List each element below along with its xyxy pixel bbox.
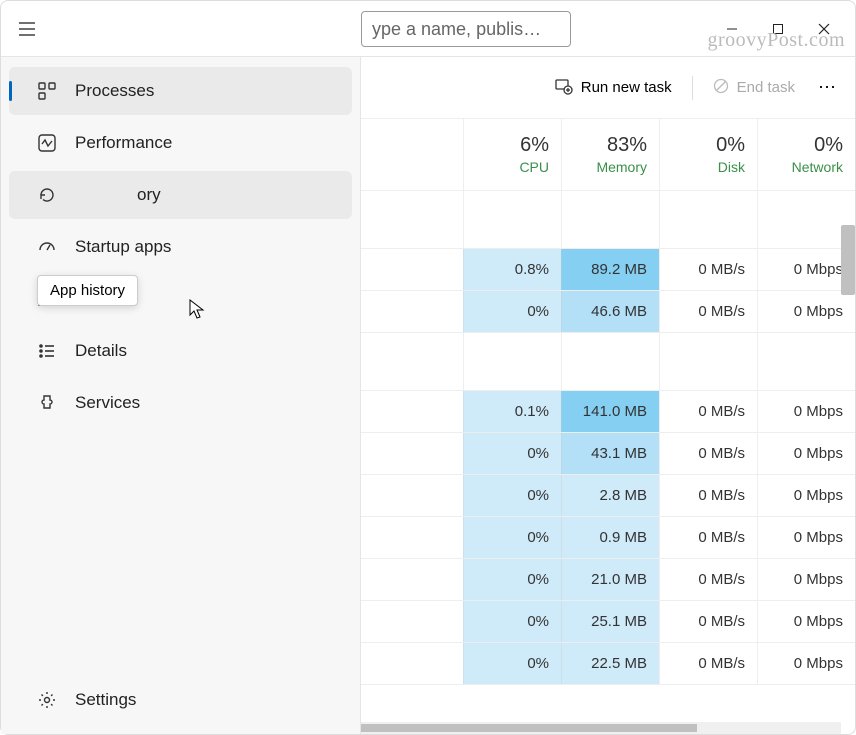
- sidebar-item-label: ory: [137, 185, 161, 205]
- ban-icon: [713, 78, 729, 98]
- cell: 0 MB/s: [659, 517, 757, 558]
- cell: 0 Mbps: [757, 433, 855, 474]
- cell: 0 Mbps: [757, 391, 855, 432]
- cell: 0 MB/s: [659, 391, 757, 432]
- cell: 0%: [463, 643, 561, 684]
- table-row[interactable]: 0%21.0 MB0 MB/s0 Mbps: [361, 559, 855, 601]
- header-pct: 0%: [814, 134, 843, 157]
- cell: 21.0 MB: [561, 559, 659, 600]
- cell: 0 Mbps: [757, 601, 855, 642]
- process-rows: 0.8%89.2 MB0 MB/s0 Mbps0%46.6 MB0 MB/s0 …: [361, 191, 855, 734]
- end-task-label: End task: [737, 79, 795, 96]
- sidebar-item-label: Startup apps: [75, 237, 171, 257]
- table-row[interactable]: 0%25.1 MB0 MB/s0 Mbps: [361, 601, 855, 643]
- cell: 43.1 MB: [561, 433, 659, 474]
- cell: 141.0 MB: [561, 391, 659, 432]
- puzzle-icon: [37, 393, 57, 413]
- sidebar-item-settings[interactable]: Settings: [9, 676, 352, 724]
- grid-icon: [37, 81, 57, 101]
- sidebar-item-services[interactable]: Services: [9, 379, 352, 427]
- history-icon: [37, 185, 57, 205]
- table-row[interactable]: 0.1%141.0 MB0 MB/s0 Mbps: [361, 391, 855, 433]
- sidebar-item-label: Services: [75, 393, 140, 413]
- cell: 0 Mbps: [757, 291, 855, 332]
- horizontal-scrollbar-thumb[interactable]: [361, 724, 697, 732]
- sidebar-item-processes[interactable]: Processes: [9, 67, 352, 115]
- activity-icon: [37, 133, 57, 153]
- end-task-button: End task: [703, 72, 805, 104]
- cell: 0.9 MB: [561, 517, 659, 558]
- cell: 0 MB/s: [659, 291, 757, 332]
- header-label: Disk: [718, 159, 745, 175]
- close-button[interactable]: [801, 13, 847, 45]
- sidebar-item-performance[interactable]: Performance: [9, 119, 352, 167]
- search-placeholder: ype a name, publis…: [372, 19, 541, 40]
- cell: 0 MB/s: [659, 643, 757, 684]
- header-label: Memory: [596, 159, 647, 175]
- table-row[interactable]: 0.8%89.2 MB0 MB/s0 Mbps: [361, 249, 855, 291]
- table-row[interactable]: 0%22.5 MB0 MB/s0 Mbps: [361, 643, 855, 685]
- table-row[interactable]: 0%43.1 MB0 MB/s0 Mbps: [361, 433, 855, 475]
- column-header-cpu[interactable]: 6% CPU: [463, 119, 561, 190]
- gear-icon: [37, 690, 57, 710]
- cell: 0.1%: [463, 391, 561, 432]
- cell: 89.2 MB: [561, 249, 659, 290]
- column-header-memory[interactable]: 83% Memory: [561, 119, 659, 190]
- cell: 0%: [463, 601, 561, 642]
- gauge-icon: [37, 237, 57, 257]
- toolbar-separator: [692, 76, 693, 100]
- hamburger-menu[interactable]: [9, 11, 45, 47]
- cell: 0%: [463, 517, 561, 558]
- list-icon: [37, 341, 57, 361]
- cell: 0.8%: [463, 249, 561, 290]
- run-task-icon: [555, 77, 573, 99]
- header-pct: 6%: [520, 134, 549, 157]
- maximize-button[interactable]: [755, 13, 801, 45]
- cell: 22.5 MB: [561, 643, 659, 684]
- header-label: Network: [792, 159, 843, 175]
- header-pct: 0%: [716, 134, 745, 157]
- sidebar-item-label: Performance: [75, 133, 172, 153]
- cell: 46.6 MB: [561, 291, 659, 332]
- cell: 0 Mbps: [757, 559, 855, 600]
- table-row[interactable]: 0%2.8 MB0 MB/s0 Mbps: [361, 475, 855, 517]
- cell: 0%: [463, 433, 561, 474]
- table-row[interactable]: [361, 191, 855, 249]
- cell: 0%: [463, 475, 561, 516]
- minimize-button[interactable]: [709, 13, 755, 45]
- table-row[interactable]: [361, 333, 855, 391]
- table-row[interactable]: 0%46.6 MB0 MB/s0 Mbps: [361, 291, 855, 333]
- cell: 0%: [463, 291, 561, 332]
- cell: 0 MB/s: [659, 433, 757, 474]
- column-header-disk[interactable]: 0% Disk: [659, 119, 757, 190]
- sidebar-item-label: Settings: [75, 690, 136, 710]
- header-label: CPU: [519, 159, 549, 175]
- cell: 0 MB/s: [659, 559, 757, 600]
- cell: 0 Mbps: [757, 517, 855, 558]
- search-input[interactable]: ype a name, publis…: [361, 11, 571, 47]
- header-pct: 83%: [607, 134, 647, 157]
- run-new-task-label: Run new task: [581, 79, 672, 96]
- cell: 0 Mbps: [757, 475, 855, 516]
- sidebar-item-details[interactable]: Details: [9, 327, 352, 375]
- vertical-scrollbar[interactable]: [841, 225, 855, 295]
- run-new-task-button[interactable]: Run new task: [545, 71, 682, 105]
- sidebar-item-app-history[interactable]: ory: [9, 171, 352, 219]
- more-options-button[interactable]: ⋯: [811, 72, 843, 104]
- tooltip-app-history: App history: [37, 275, 138, 306]
- column-headers: 6% CPU 83% Memory 0% Disk 0% Network: [361, 119, 855, 191]
- cell: 2.8 MB: [561, 475, 659, 516]
- cell: 25.1 MB: [561, 601, 659, 642]
- sidebar-item-label: Processes: [75, 81, 154, 101]
- sidebar-item-startup-apps[interactable]: Startup apps: [9, 223, 352, 271]
- cell: 0%: [463, 559, 561, 600]
- cell: 0 MB/s: [659, 601, 757, 642]
- table-row[interactable]: 0%0.9 MB0 MB/s0 Mbps: [361, 517, 855, 559]
- column-header-network[interactable]: 0% Network: [757, 119, 855, 190]
- cell: 0 MB/s: [659, 249, 757, 290]
- horizontal-scrollbar[interactable]: [361, 722, 841, 734]
- cell: 0 Mbps: [757, 643, 855, 684]
- cell: 0 MB/s: [659, 475, 757, 516]
- sidebar-item-label: Details: [75, 341, 127, 361]
